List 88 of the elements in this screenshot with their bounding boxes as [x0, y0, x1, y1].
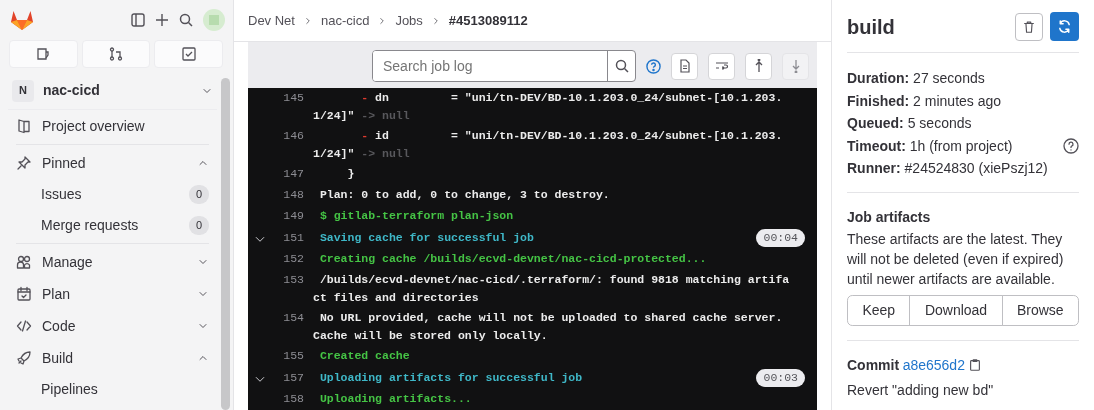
document-icon — [677, 59, 692, 73]
detail-text: Finished: 2 minutes ago — [847, 91, 1002, 111]
scroll-top-button[interactable] — [745, 52, 772, 80]
search-icon[interactable] — [179, 13, 193, 27]
artifact-button[interactable]: Download — [909, 294, 1003, 326]
commit-message: Revert "adding new bd" — [847, 380, 995, 400]
trash-icon — [1022, 19, 1036, 34]
todo-tab[interactable] — [154, 40, 223, 68]
nav-item[interactable]: Pinned — [8, 147, 217, 179]
log-line: Plan: 0 to add, 0 to change, 3 to destroy. — [318, 187, 611, 203]
commit-link[interactable]: a8e656d2 — [902, 354, 965, 376]
line-number: 145 — [282, 90, 304, 106]
project-name: nac-cicd — [43, 81, 100, 100]
nav-item[interactable]: Build — [8, 342, 217, 374]
line-number: 158 — [282, 391, 304, 407]
log-line: /builds/ecvd-devnet/nac-cicd/.terraform/: found 9818 matching artifact files and directories — [313, 272, 790, 306]
project-avatar: N — [12, 79, 34, 102]
detail-text: Queued: 5 seconds — [847, 114, 972, 133]
duration-badge: 00:03 — [756, 369, 805, 387]
line-number: 154 — [282, 310, 304, 326]
scrollbar[interactable] — [221, 78, 230, 410]
search-icon[interactable] — [614, 59, 629, 73]
tanuki-logo[interactable] — [10, 9, 34, 31]
nav-item[interactable]: Issues 0 — [8, 179, 217, 210]
line-number: 155 — [282, 348, 304, 364]
book-icon — [16, 118, 32, 134]
calendar-icon — [16, 286, 32, 302]
nav-item[interactable]: Plan — [8, 278, 217, 310]
delete-button[interactable] — [1015, 12, 1043, 41]
breadcrumb-link[interactable]: Dev Net — [248, 10, 295, 31]
log-line: Created cache — [318, 348, 411, 364]
duration-badge: 00:04 — [756, 229, 805, 247]
log-line: $ gitlab-terraform plan-json — [318, 208, 515, 224]
code-icon — [16, 318, 32, 334]
artifacts-description: These artifacts are the latest. They will not be deleted (even if expired) until newer artifacts are available. — [847, 229, 1065, 289]
log-line: Uploading artifacts... — [318, 391, 473, 407]
merge-requests-tab[interactable] — [81, 40, 151, 68]
artifact-button[interactable]: Keep — [847, 294, 911, 326]
breadcrumb-link[interactable]: #4513089112 — [448, 10, 528, 31]
line-number: 149 — [282, 208, 304, 224]
wrap-lines-button[interactable] — [708, 52, 735, 80]
sidebar-toggle-icon[interactable] — [131, 13, 145, 27]
line-number: 152 — [282, 251, 304, 267]
help-icon[interactable] — [646, 58, 661, 74]
raw-log-button[interactable] — [671, 52, 698, 80]
log-line: } — [346, 166, 356, 182]
line-number: 147 — [282, 166, 304, 182]
breadcrumb-link[interactable]: nac-cicd — [320, 10, 370, 31]
nav-item[interactable]: Pipelines — [8, 374, 217, 405]
merge-request-icon — [109, 47, 123, 61]
breadcrumb-link[interactable]: Jobs — [395, 10, 423, 31]
issues-tab[interactable] — [9, 40, 78, 68]
help-icon[interactable] — [1063, 137, 1079, 154]
refresh-icon — [1057, 19, 1072, 34]
line-number: 157 — [282, 370, 304, 386]
rocket-icon — [16, 350, 32, 366]
section-title: Job artifacts — [847, 207, 932, 227]
detail-text: Runner: #24524830 (xiePszj12) — [847, 159, 1048, 178]
line-number: 153 — [282, 272, 304, 288]
log-line: Uploading artifacts for successful job — [318, 370, 584, 386]
nav-item[interactable]: Project overview — [8, 110, 217, 142]
commit-label: Commit — [847, 355, 900, 375]
log-line: Creating cache /builds/ecvd-devnet/nac-cicd-protected... — [318, 251, 708, 267]
detail-text: Duration: 27 seconds — [847, 69, 985, 88]
line-number: 146 — [282, 128, 304, 144]
artifact-button[interactable]: Browse — [1001, 294, 1079, 326]
log-line: No URL provided, cache will not be uploaded to shared cache server. Cache will be stored only locally. — [313, 310, 784, 344]
job-title: build — [847, 14, 895, 39]
line-number: 151 — [282, 230, 304, 246]
count-badge: 0 — [188, 185, 209, 204]
project-switcher[interactable]: N nac-cicd — [8, 72, 217, 110]
clipboard-icon[interactable] — [968, 358, 983, 372]
checkbox-icon — [181, 47, 196, 61]
log-line: Saving cache for successful job — [318, 230, 535, 246]
count-badge: 0 — [188, 216, 209, 235]
nav-item[interactable]: Code — [8, 310, 217, 342]
users-icon — [16, 254, 32, 270]
line-number: 148 — [282, 187, 304, 203]
retry-button[interactable] — [1050, 12, 1079, 41]
pin-icon — [16, 155, 32, 171]
log-line: - id = "uni/tn-DEV/BD-10.1.203.0_24/subnet-[10.1.203.1/24]" -> null — [313, 128, 784, 162]
detail-text: Timeout: 1h (from project) — [847, 136, 1013, 156]
nav-item[interactable]: Manage — [8, 246, 217, 278]
plus-icon[interactable] — [155, 13, 169, 27]
nav-item[interactable]: Merge requests 0 — [8, 210, 217, 241]
log-line: - dn = "uni/tn-DEV/BD-10.1.203.0_24/subnet-[10.1.203.1/24]" -> null — [313, 90, 784, 124]
issue-icon — [36, 47, 51, 61]
search-field[interactable]: Search job log — [372, 50, 636, 82]
